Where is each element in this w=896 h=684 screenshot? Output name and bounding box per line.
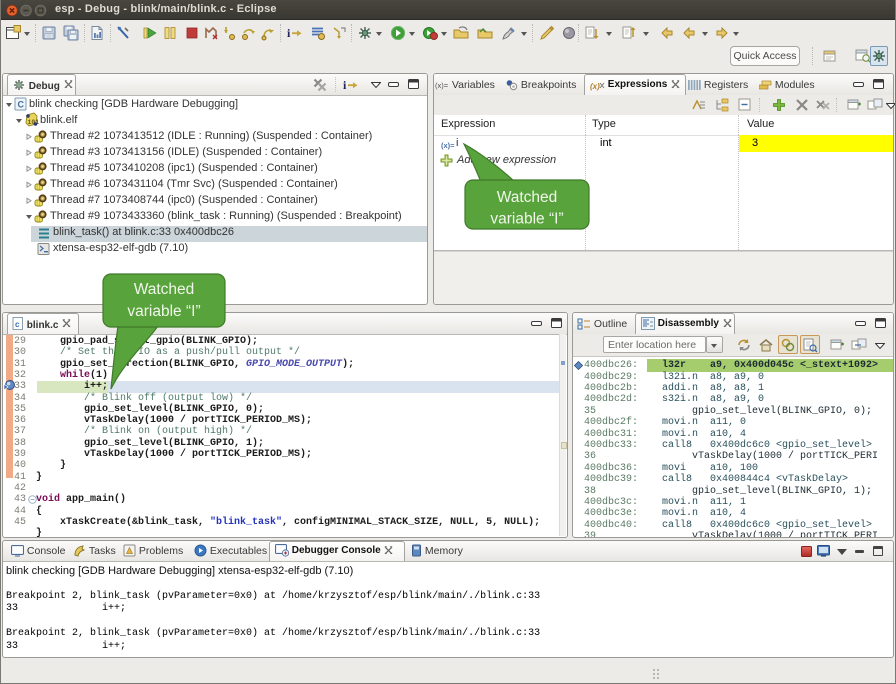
svg-text:variable “I”: variable “I” [127, 303, 200, 320]
svg-text:C: C [18, 100, 25, 110]
svg-text:101: 101 [28, 119, 40, 126]
svg-text:(x)=: (x)= [441, 141, 455, 150]
svg-text:i: i [287, 26, 291, 40]
svg-text:i: i [343, 78, 347, 92]
svg-text:Watched: Watched [134, 281, 195, 298]
svg-text:(x): (x) [590, 82, 600, 91]
svg-text:variable “I”: variable “I” [490, 211, 563, 228]
svg-text:(x)=: (x)= [435, 81, 449, 90]
svg-text:Watched: Watched [497, 189, 558, 206]
